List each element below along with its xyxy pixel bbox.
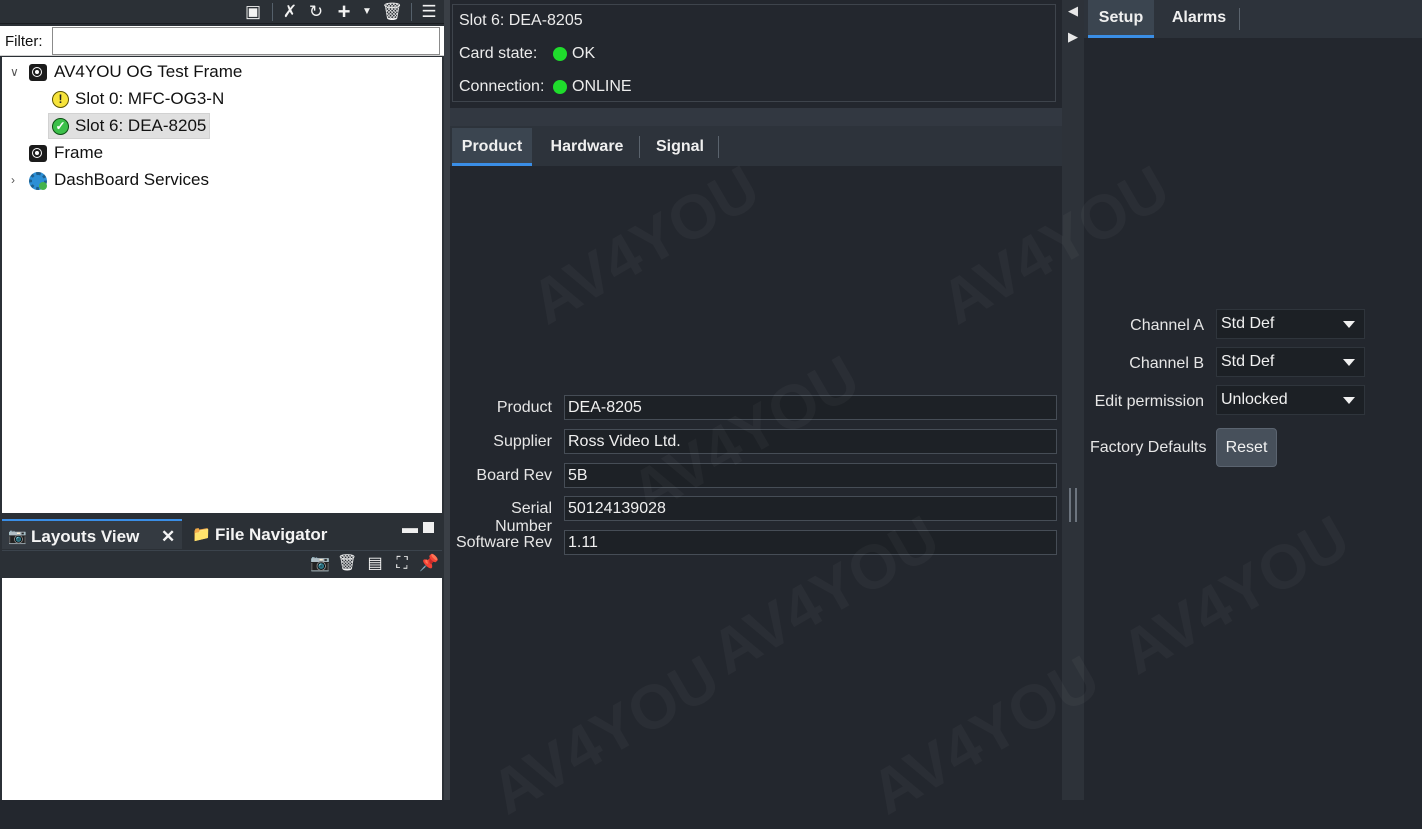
channel-b-value: Std Def [1221, 353, 1275, 370]
refresh-icon[interactable]: ↻ [305, 2, 327, 22]
delete-icon[interactable]: 🗑 [337, 554, 357, 574]
add-icon[interactable]: + [333, 1, 355, 23]
channel-b-label: Channel B [1129, 355, 1204, 372]
ok-check-icon: ✓ [52, 118, 69, 135]
chevron-down-icon[interactable]: ∨ [10, 59, 19, 85]
tree-item-slot-6[interactable]: ✓ Slot 6: DEA-8205 [48, 113, 210, 139]
field-label-product: Product [496, 399, 552, 416]
tree-item-label: Slot 0: MFC-OG3-N [75, 89, 225, 108]
disconnect-icon[interactable]: ✗ [279, 2, 301, 22]
channel-b-select[interactable]: Std Def [1216, 347, 1365, 377]
camera-icon: 📷 [8, 528, 27, 545]
close-icon[interactable]: ✕ [161, 527, 175, 547]
field-value-board-rev: 5B [564, 463, 1057, 488]
tree-item-frame-root[interactable]: ∨ AV4YOU OG Test Frame [2, 59, 442, 85]
field-label-board-rev: Board Rev [476, 467, 552, 484]
factory-defaults-label: Factory Defaults [1090, 439, 1207, 456]
minimize-icon[interactable]: ▬ [402, 520, 418, 538]
tab-layouts-view[interactable]: 📷 Layouts View ✕ [2, 519, 182, 549]
frame-device-icon [29, 145, 47, 162]
collapse-right-icon[interactable]: ▶ [1062, 26, 1084, 48]
channel-a-select[interactable]: Std Def [1216, 309, 1365, 339]
field-value-product: DEA-8205 [564, 395, 1057, 420]
panel-splitter[interactable] [1062, 0, 1084, 800]
splitter-grip[interactable] [1069, 488, 1077, 522]
pin-icon[interactable]: 📌 [419, 554, 439, 574]
tree-item-label: Slot 6: DEA-8205 [75, 116, 207, 135]
toolbar-divider [411, 3, 412, 21]
tab-hardware[interactable]: Hardware [540, 128, 634, 166]
tab-label: File Navigator [215, 525, 328, 544]
channel-a-label: Channel A [1130, 317, 1204, 334]
card-title: Slot 6: DEA-8205 [459, 12, 583, 29]
tree-item-frame[interactable]: Frame [2, 140, 442, 166]
tab-label: Layouts View [31, 527, 140, 546]
folder-icon: 📁 [192, 526, 211, 543]
tab-product[interactable]: Product [452, 128, 532, 166]
edit-permission-label: Edit permission [1094, 393, 1204, 410]
tree-toolbar: ▣ ✗ ↻ + ▼ 🗑 ☰ [0, 0, 444, 24]
field-value-software-rev: 1.11 [564, 530, 1057, 555]
layouts-view-body [2, 578, 442, 800]
field-value-supplier: Ross Video Ltd. [564, 429, 1057, 454]
device-tree: ∨ AV4YOU OG Test Frame ! Slot 0: MFC-OG3… [2, 57, 442, 513]
chevron-right-icon[interactable]: › [11, 167, 15, 193]
connection-label: Connection: [459, 78, 545, 95]
filter-row: Filter: [0, 26, 444, 56]
field-label-serial-number: Serial Number [495, 500, 552, 535]
connection-value: ONLINE [572, 78, 632, 95]
chevron-down-icon[interactable]: ▼ [356, 2, 378, 22]
edit-permission-select[interactable]: Unlocked [1216, 385, 1365, 415]
collapse-left-icon[interactable]: ◀ [1062, 0, 1084, 22]
chevron-down-icon [1343, 359, 1355, 366]
frame-device-icon [29, 64, 47, 81]
tab-file-navigator[interactable]: 📁 File Navigator [190, 519, 390, 549]
tree-item-label: DashBoard Services [54, 170, 209, 189]
tab-alarms[interactable]: Alarms [1162, 0, 1236, 38]
fullscreen-icon[interactable]: ⛶ [392, 554, 412, 574]
toolbar-divider [272, 3, 273, 21]
camera-icon[interactable]: 📷 [310, 554, 330, 574]
card-state-label: Card state: [459, 45, 538, 62]
maximize-icon[interactable] [423, 522, 434, 533]
filter-input[interactable] [52, 27, 440, 55]
field-label-software-rev: Software Rev [455, 534, 552, 551]
field-value-serial-number: 50124139028 [564, 496, 1057, 521]
tree-item-slot-0[interactable]: ! Slot 0: MFC-OG3-N [2, 86, 442, 112]
card-status-box: Slot 6: DEA-8205 Card state: OK Connecti… [452, 4, 1056, 102]
window-icon[interactable]: ▤ [365, 554, 385, 574]
tree-item-dashboard-services[interactable]: › DashBoard Services [2, 167, 442, 193]
warning-icon: ! [52, 91, 69, 108]
tab-signal[interactable]: Signal [645, 128, 715, 166]
delete-icon[interactable]: 🗑 [381, 2, 403, 22]
tree-item-label: AV4YOU OG Test Frame [54, 62, 243, 81]
edit-permission-value: Unlocked [1221, 391, 1288, 408]
services-gear-icon [29, 172, 47, 190]
field-label-supplier: Supplier [493, 433, 552, 450]
tab-divider [639, 136, 640, 158]
separator-strip [450, 108, 1062, 126]
list-view-icon[interactable]: ☰ [418, 2, 440, 22]
card-state-led-icon [553, 47, 567, 61]
tab-divider [718, 136, 719, 158]
tab-divider [1239, 8, 1240, 30]
chevron-down-icon [1343, 321, 1355, 328]
reset-button[interactable]: Reset [1216, 428, 1277, 467]
chevron-down-icon [1343, 397, 1355, 404]
layouts-toolbar: 📷 🗑 ▤ ⛶ 📌 [2, 550, 442, 577]
new-window-icon[interactable]: ▣ [242, 2, 264, 22]
filter-label: Filter: [5, 33, 43, 50]
channel-a-value: Std Def [1221, 315, 1275, 332]
tree-item-label: Frame [54, 143, 104, 162]
tab-setup[interactable]: Setup [1088, 0, 1154, 38]
card-state-value: OK [572, 45, 596, 62]
connection-led-icon [553, 80, 567, 94]
